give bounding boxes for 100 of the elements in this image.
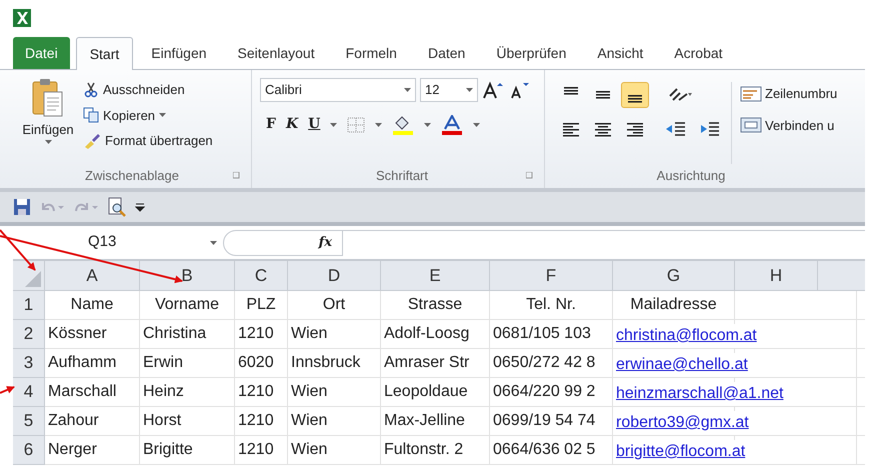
wrap-text-button[interactable]: Zeilenumbru (740, 84, 838, 104)
align-left-icon[interactable] (561, 121, 581, 137)
email-link[interactable]: erwinae@chello.at (616, 353, 748, 377)
column-header[interactable]: E (381, 261, 490, 290)
table-cell-text: 0664/636 02 5 (493, 440, 596, 460)
column-title: PLZ (246, 295, 276, 315)
email-link[interactable]: heinzmarschall@a1.net (616, 382, 784, 406)
table-cell-text: 1210 (238, 411, 274, 431)
ribbon-tab[interactable]: Ansicht (584, 37, 656, 69)
column-header[interactable]: C (235, 261, 288, 290)
table-cell-text: Adolf-Loosg (384, 324, 470, 344)
caret-icon (330, 122, 338, 126)
grow-font-icon[interactable] (482, 81, 504, 99)
table-cell-text: Marschall (48, 382, 116, 402)
bold-button[interactable]: F (266, 114, 276, 135)
align-top-icon (564, 87, 578, 95)
brush-icon (83, 132, 101, 149)
column-title: Vorname (154, 295, 220, 315)
column-title: Mailadresse (630, 295, 717, 315)
table-cell-text: Wien (291, 411, 328, 431)
increase-indent-icon[interactable] (699, 120, 721, 138)
column-title: Strasse (408, 295, 462, 315)
table-cell-text: 6020 (238, 353, 274, 373)
border-icon[interactable] (347, 116, 366, 132)
caret-icon (466, 88, 473, 92)
align-center-icon[interactable] (593, 121, 613, 137)
file-tab[interactable]: Datei (13, 37, 70, 69)
caret-icon (44, 140, 52, 144)
copy-button[interactable]: Kopieren (83, 106, 213, 125)
caret-icon (210, 240, 217, 244)
column-header[interactable]: F (490, 261, 613, 290)
annotation-arrow (0, 386, 15, 394)
table-cell-text: Innsbruck (291, 353, 360, 373)
caret-icon (375, 122, 382, 126)
customize-toolbar-icon[interactable] (135, 202, 145, 212)
caret-icon (404, 88, 411, 92)
ribbon-tab[interactable]: Seitenlayout (224, 37, 328, 69)
corner-triangle-icon (25, 271, 41, 287)
ribbon-tab[interactable]: Start (76, 37, 134, 70)
group-label: Schriftart (376, 167, 428, 186)
table-cell-text: 0681/105 103 (493, 324, 591, 344)
fill-color-icon[interactable] (392, 114, 414, 134)
table-cell-text: Wien (291, 324, 328, 344)
table-cell-text: 0664/220 99 2 (493, 382, 596, 402)
table-cell-text: Wien (291, 382, 328, 402)
column-header[interactable]: G (613, 261, 735, 290)
caret-icon (424, 122, 432, 126)
paste-button[interactable]: Einfügen (13, 78, 83, 164)
table-cell-text: 1210 (238, 440, 274, 460)
row-header[interactable]: 4 (13, 378, 45, 407)
print-preview-icon[interactable] (107, 197, 127, 217)
align-bottom-button[interactable] (621, 82, 649, 108)
font-size-field[interactable]: 12 (420, 78, 478, 102)
email-link[interactable]: brigitte@flocom.at (616, 440, 746, 464)
row-header[interactable]: 1 (13, 291, 45, 320)
font-color-icon[interactable] (441, 114, 464, 134)
italic-button[interactable]: K (286, 114, 298, 135)
group-label: Ausrichtung (656, 167, 726, 186)
column-header[interactable]: D (288, 261, 381, 290)
ribbon-tab[interactable]: Überprüfen (483, 37, 580, 69)
table-cell-text: Amraser Str (384, 353, 470, 373)
table-cell-text: 1210 (238, 382, 274, 402)
table-cell-text: Wien (291, 440, 328, 460)
align-middle-icon (596, 91, 610, 99)
merge-cells-button[interactable]: Verbinden u (740, 116, 838, 135)
spreadsheet-app-icon (13, 9, 31, 27)
underline-button[interactable]: U (308, 114, 320, 135)
row-header[interactable]: 5 (13, 407, 45, 436)
table-cell-text: 0650/272 42 8 (493, 353, 596, 373)
table-cell-text: Fultonstr. 2 (384, 440, 464, 460)
column-header[interactable]: A (45, 261, 140, 290)
name-box[interactable]: Q13 (13, 230, 223, 254)
ribbon-tab[interactable]: Acrobat (661, 37, 736, 69)
ribbon-tab[interactable]: Einfügen (138, 37, 220, 69)
decrease-indent-icon[interactable] (665, 120, 687, 138)
row-header[interactable]: 2 (13, 320, 45, 349)
ribbon-tab[interactable]: Formeln (332, 37, 410, 69)
font-name-field[interactable]: Calibri (260, 78, 416, 102)
scissors-icon (83, 82, 99, 98)
copy-icon (83, 107, 99, 124)
column-header[interactable]: B (140, 261, 235, 290)
format-painter-button[interactable]: Format übertragen (83, 131, 213, 150)
ribbon-tab[interactable]: Daten (414, 37, 478, 69)
row-header[interactable]: 6 (13, 436, 45, 465)
column-title: Ort (322, 295, 346, 315)
align-right-icon[interactable] (625, 121, 645, 137)
merge-cells-icon (740, 116, 762, 134)
table-cell-text: Kössner (48, 324, 107, 344)
insert-function-button[interactable]: fx (223, 230, 343, 256)
row-header[interactable]: 3 (13, 349, 45, 378)
save-icon[interactable] (13, 198, 31, 216)
email-link[interactable]: roberto39@gmx.at (616, 411, 749, 435)
table-cell-text: Horst (143, 411, 182, 431)
table-cell-text: Leopoldaue (384, 382, 468, 402)
table-cell-text: Brigitte (143, 440, 193, 460)
table-cell-text: Christina (143, 324, 206, 344)
column-header[interactable]: H (735, 261, 818, 290)
cut-button[interactable]: Ausschneiden (83, 80, 213, 100)
email-link[interactable]: christina@flocom.at (616, 324, 757, 348)
table-cell-text: 0699/19 54 74 (493, 411, 596, 431)
